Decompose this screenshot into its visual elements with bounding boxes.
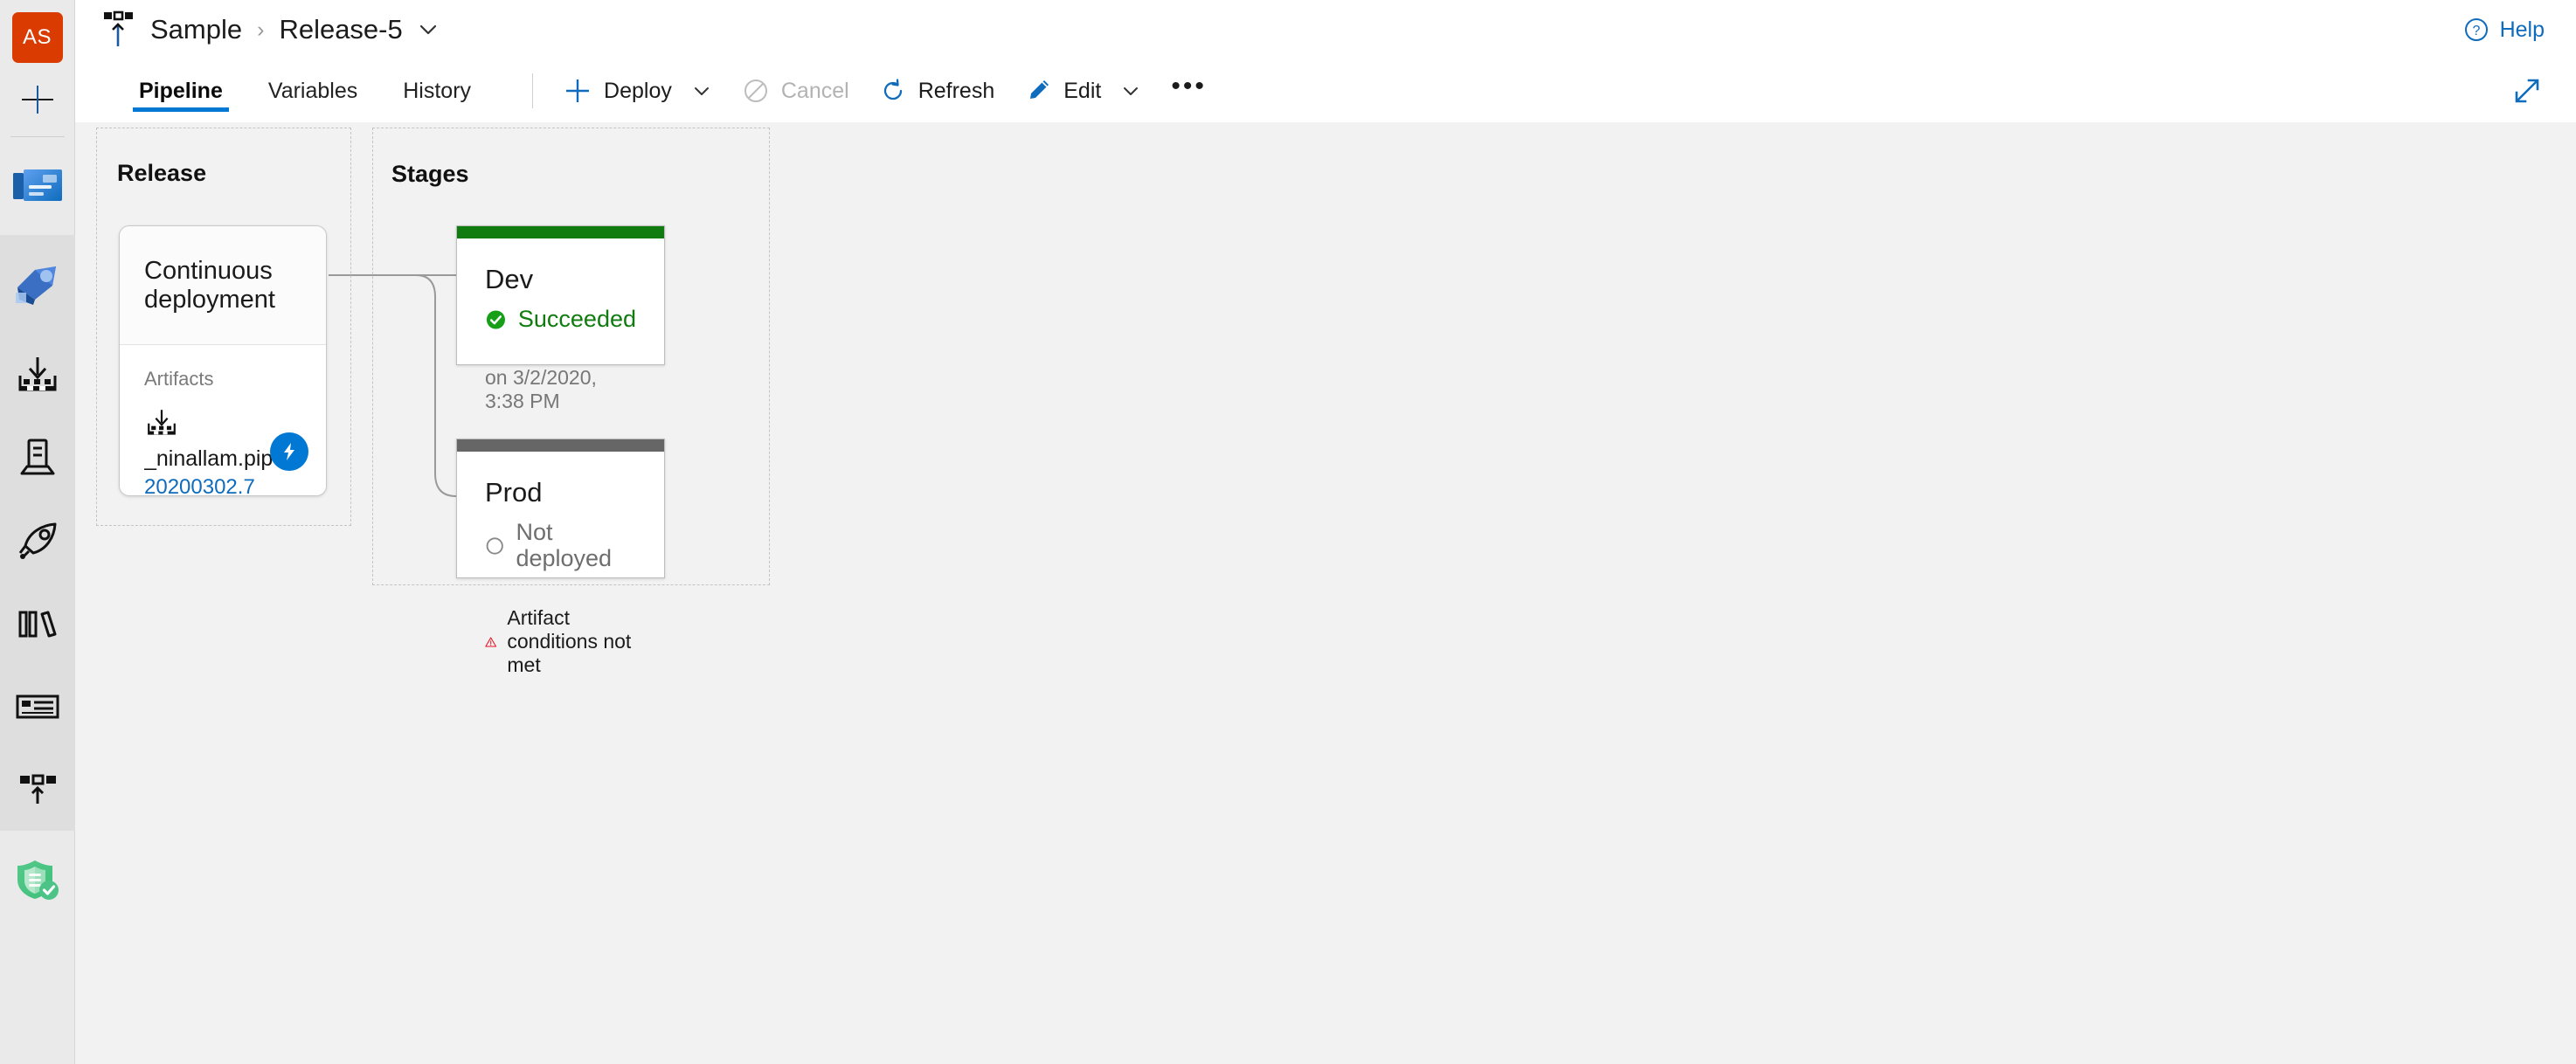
help-button[interactable]: ? Help <box>2463 17 2550 43</box>
pipeline-canvas: Release Continuous deployment Artifacts <box>75 122 2576 1064</box>
tab-list: Pipeline Variables History <box>101 59 494 122</box>
avatar[interactable]: AS <box>11 12 63 63</box>
artifacts-label: Artifacts <box>144 368 214 390</box>
stage-card-dev[interactable]: Dev Succeeded on 3/2/2020, 3:38 PM <box>456 225 665 412</box>
edit-button[interactable]: Edit <box>1024 77 1141 105</box>
help-label: Help <box>2499 17 2545 42</box>
deploy-button[interactable]: Deploy <box>563 76 712 106</box>
svg-text:?: ? <box>2472 24 2480 38</box>
stage-status-bar <box>457 226 664 238</box>
success-check-icon <box>486 310 505 329</box>
sidebar-item-artifacts[interactable] <box>0 333 75 416</box>
release-card-title: Continuous deployment <box>144 256 275 314</box>
refresh-label: Refresh <box>918 78 995 103</box>
left-nav-rail: AS <box>0 0 75 1064</box>
release-card-header: Continuous deployment <box>120 226 326 345</box>
pipeline-icon <box>101 10 136 50</box>
cancel-button: Cancel <box>742 77 849 105</box>
pencil-icon <box>1030 80 1049 99</box>
breadcrumb: Sample › Release-5 <box>150 14 440 45</box>
refresh-icon <box>883 79 902 100</box>
breadcrumb-separator: › <box>257 17 265 42</box>
refresh-button[interactable]: Refresh <box>879 77 995 105</box>
stage-status-label: Not deployed <box>516 519 613 571</box>
toolbar: Pipeline Variables History Deploy Cancel… <box>75 59 2576 122</box>
page-header: Sample › Release-5 ? Help <box>75 0 2576 59</box>
stage-name: Dev <box>485 264 534 294</box>
stage-status: Succeeded <box>485 306 636 333</box>
warning-triangle-icon <box>485 637 497 647</box>
sidebar-item-task-groups[interactable] <box>0 665 75 748</box>
help-icon: ? <box>2464 18 2488 41</box>
artifact-version-link[interactable]: 20200302.7 <box>144 473 301 495</box>
sidebar-item-security[interactable] <box>0 831 75 929</box>
cancel-icon <box>744 79 767 102</box>
main-area: Sample › Release-5 ? Help Pipeline Varia… <box>75 0 2576 1064</box>
sidebar-item-pipelines[interactable] <box>0 235 75 333</box>
stages-region-title: Stages <box>391 161 469 187</box>
sidebar-item-releases[interactable] <box>0 416 75 499</box>
continuous-deployment-trigger-icon[interactable] <box>270 432 308 471</box>
sidebar-item-library[interactable] <box>0 582 75 665</box>
release-card-body: Artifacts _ninallam.pipel 20200302.7 <box>120 345 326 495</box>
sidebar-item-deployment-groups[interactable] <box>0 748 75 831</box>
chevron-down-icon[interactable] <box>691 80 712 101</box>
stage-name: Prod <box>485 477 543 508</box>
stage-status-label: Succeeded <box>517 306 636 333</box>
stage-warning: Artifact conditions not met <box>485 606 636 677</box>
chevron-down-icon[interactable] <box>416 17 440 42</box>
cancel-label: Cancel <box>780 78 849 103</box>
breadcrumb-project[interactable]: Sample <box>150 14 242 45</box>
release-card[interactable]: Continuous deployment Artifacts _ninalla… <box>119 225 327 496</box>
tab-history[interactable]: History <box>400 59 474 122</box>
sidebar-item-overview[interactable] <box>0 137 75 235</box>
plus-icon <box>566 79 590 102</box>
toolbar-divider <box>532 73 534 108</box>
expand-icon[interactable] <box>2504 68 2550 114</box>
sidebar-item-launch[interactable] <box>0 499 75 582</box>
artifact-item[interactable]: _ninallam.pipeline... 20200302.7 dev <box>144 408 308 495</box>
new-item-icon[interactable] <box>0 63 75 136</box>
stage-content: Dev Succeeded on 3/2/2020, 3:38 PM <box>457 238 664 413</box>
stage-card-prod[interactable]: Prod Not deployed Artifact conditions no… <box>456 439 665 676</box>
tab-variables[interactable]: Variables <box>266 59 360 122</box>
stage-content: Prod Not deployed Artifact conditions no… <box>457 452 664 677</box>
app-root: AS Sample › Release-5 ? Help Pipeline Va… <box>0 0 2576 1064</box>
chevron-down-icon[interactable] <box>1120 80 1141 101</box>
edit-label: Edit <box>1063 78 1102 103</box>
not-deployed-circle-icon <box>486 537 503 555</box>
stage-status: Not deployed <box>485 519 636 571</box>
tab-pipeline[interactable]: Pipeline <box>133 59 229 122</box>
stage-timestamp: on 3/2/2020, 3:38 PM <box>485 365 597 412</box>
more-actions-button[interactable]: ••• <box>1171 72 1207 110</box>
stage-status-bar <box>457 439 664 452</box>
pipelines-section <box>0 235 75 831</box>
toolbar-actions: Deploy Cancel Refresh Edit ••• <box>563 59 1207 122</box>
release-region-title: Release <box>117 160 207 186</box>
deploy-label: Deploy <box>604 78 672 103</box>
stage-warning-label: Artifact conditions not met <box>507 606 632 677</box>
breadcrumb-release[interactable]: Release-5 <box>279 14 402 45</box>
